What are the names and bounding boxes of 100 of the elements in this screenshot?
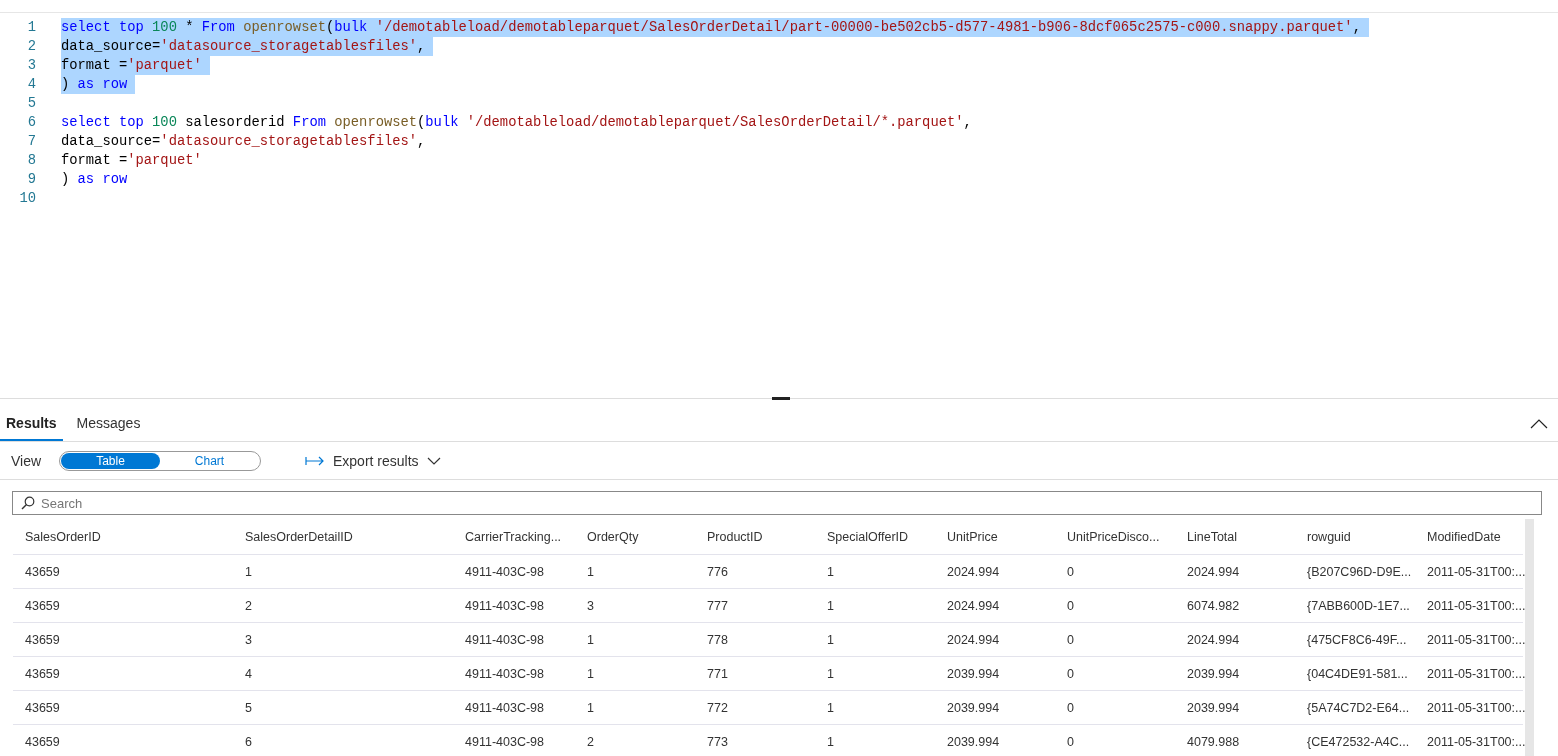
table-cell-text: 773 (706, 734, 729, 749)
table-cell-text: {475CF8C6-49F... (1306, 632, 1408, 647)
table-cell-text: {7ABB600D-1E7... (1306, 598, 1411, 613)
table-cell-text: 2 (244, 598, 253, 613)
table-cell-text: 4911-403C-98 (464, 598, 545, 613)
table-cell-text: 4911-403C-98 (464, 564, 545, 579)
view-option[interactable]: Table (61, 452, 160, 469)
table-cell-text: 0 (1066, 598, 1075, 613)
table-cell-text: 2024.994 (946, 564, 1001, 579)
view-label: View (11, 452, 43, 469)
results-tab[interactable]: Results (0, 407, 63, 441)
table-cell-text: 772 (706, 700, 729, 715)
table-cell-text: 778 (706, 632, 729, 647)
table-cell-text: 4911-403C-98 (464, 632, 545, 647)
table-cell-text: 2039.994 (946, 734, 1001, 749)
column-header[interactable]: SpecialOfferID (815, 529, 935, 544)
table-cell-text: 1 (586, 666, 595, 681)
table-cell-text: 2011-05-31T00:... (1426, 666, 1523, 681)
table-cell-text: 4911-403C-98 (464, 700, 545, 715)
table-cell-text: 1 (826, 598, 835, 613)
table-cell-text: 4911-403C-98 (464, 734, 545, 749)
line-number: 3 (26, 58, 37, 73)
table-cell-text: 1 (586, 564, 595, 579)
table-cell-text: 2011-05-31T00:... (1426, 734, 1523, 749)
line-number: 2 (26, 39, 37, 54)
table-cell-text: 1 (586, 632, 595, 647)
table-cell-text: 43659 (24, 564, 61, 579)
line-number: 10 (18, 191, 37, 206)
column-header[interactable]: OrderQty (575, 529, 695, 544)
table-cell-text: 2024.994 (1186, 632, 1241, 647)
table-cell-text: 6 (244, 734, 253, 749)
table-cell-text: 2039.994 (1186, 700, 1241, 715)
export-arrow-icon (305, 455, 325, 466)
resize-handle[interactable] (772, 397, 790, 400)
line-number: 8 (26, 153, 37, 168)
table-cell-text: 1 (826, 632, 835, 647)
line-number: 5 (26, 96, 37, 111)
column-header[interactable]: ModifiedDate (1415, 529, 1523, 544)
code-line: format ='parquet' (61, 152, 203, 170)
table-cell-text: 0 (1066, 700, 1075, 715)
table-cell-text: 2039.994 (946, 700, 1001, 715)
column-header[interactable]: CarrierTracking... (453, 529, 575, 544)
table-cell-text: 43659 (24, 700, 61, 715)
chevron-up-icon[interactable] (1530, 419, 1548, 429)
table-cell-text: {CE472532-A4C... (1306, 734, 1411, 749)
table-cell-text: 2011-05-31T00:... (1426, 700, 1523, 715)
table-cell-text: 4079.988 (1186, 734, 1241, 749)
table-cell-text: 5 (244, 700, 253, 715)
scrollbar[interactable] (1525, 519, 1534, 756)
table-cell-text: 43659 (24, 598, 61, 613)
results-tab[interactable]: Messages (70, 407, 147, 441)
table-cell-text: 1 (826, 734, 835, 749)
table-cell-text: 0 (1066, 666, 1075, 681)
export-results-button[interactable]: Export results (299, 451, 447, 470)
table-cell-text: 43659 (24, 734, 61, 749)
column-header[interactable]: UnitPrice (935, 529, 1055, 544)
table-cell-text: 43659 (24, 666, 61, 681)
table-cell-text: 0 (1066, 564, 1075, 579)
line-number: 4 (26, 77, 37, 92)
table-cell-text: 43659 (24, 632, 61, 647)
line-number: 6 (26, 115, 37, 130)
line-number: 1 (26, 20, 37, 35)
column-header[interactable]: UnitPriceDisco... (1055, 529, 1175, 544)
column-header[interactable]: SalesOrderDetailID (233, 529, 453, 544)
table-cell-text: 2011-05-31T00:... (1426, 564, 1523, 579)
column-header[interactable]: SalesOrderID (13, 529, 233, 544)
table-cell-text: 2039.994 (946, 666, 1001, 681)
table-cell-text: {5A74C7D2-E64... (1306, 700, 1411, 715)
table-cell-text: 1 (244, 564, 253, 579)
table-cell-text: 2011-05-31T00:... (1426, 598, 1523, 613)
chevron-down-icon (426, 456, 441, 465)
table-cell-text: 1 (826, 564, 835, 579)
search-icon (21, 496, 35, 510)
column-header[interactable]: LineTotal (1175, 529, 1295, 544)
table-cell-text: 2039.994 (1186, 666, 1241, 681)
table-cell-text: 2024.994 (946, 632, 1001, 647)
table-cell-text: 2024.994 (1186, 564, 1241, 579)
table-cell-text: 1 (586, 700, 595, 715)
code-line: data_source='datasource_storagetablesfiles', (61, 133, 427, 151)
column-header[interactable]: ProductID (695, 529, 815, 544)
search-field[interactable]: Search (12, 491, 1542, 515)
table-cell-text: 776 (706, 564, 729, 579)
table-cell-text: 1 (826, 666, 835, 681)
code-line: select top 100 salesorderid From openrowset(bulk '/demotableload/demotableparquet/SalesOrderDetail/*.parquet', (61, 114, 973, 132)
table-cell-text: 2011-05-31T00:... (1426, 632, 1523, 647)
table-cell-text: 6074.982 (1186, 598, 1241, 613)
column-header[interactable]: rowguid (1295, 529, 1415, 544)
table-cell-text: 0 (1066, 734, 1075, 749)
table-cell-text: 1 (826, 700, 835, 715)
view-option[interactable]: Chart (160, 452, 259, 469)
table-cell-text: 0 (1066, 632, 1075, 647)
table-cell-text: {B207C96D-D9E... (1306, 564, 1413, 579)
table-cell-text: 777 (706, 598, 729, 613)
line-number: 7 (26, 134, 37, 149)
table-cell-text: {04C4DE91-581... (1306, 666, 1409, 681)
table-cell-text: 4 (244, 666, 253, 681)
line-number: 9 (26, 172, 37, 187)
table-cell-text: 771 (706, 666, 729, 681)
code-line: ) as row (61, 171, 129, 189)
table-cell-text: 2 (586, 734, 595, 749)
